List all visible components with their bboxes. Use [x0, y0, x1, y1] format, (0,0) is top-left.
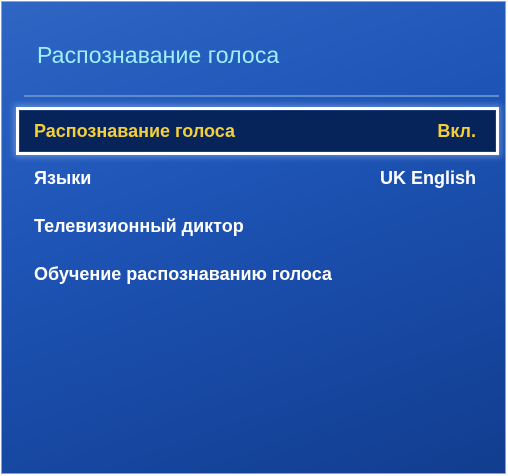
- menu-item-label: Распознавание голоса: [34, 121, 236, 141]
- menu-item-label: Обучение распознаванию голоса: [34, 264, 332, 284]
- menu-item-voice-recognition[interactable]: Распознавание голоса Вкл.: [16, 107, 499, 155]
- menu-item-languages[interactable]: Языки UK English: [16, 155, 499, 203]
- menu-list: Распознавание голоса Вкл. Языки UK Engli…: [16, 107, 499, 299]
- menu-item-voice-training[interactable]: Обучение распознаванию голоса: [16, 251, 499, 299]
- menu-item-value: UK English: [379, 168, 476, 188]
- menu-item-tv-announcer[interactable]: Телевизионный диктор: [16, 203, 499, 251]
- voice-recognition-menu: Распознавание голоса Распознавание голос…: [1, 1, 506, 474]
- menu-item-value: Вкл.: [437, 121, 476, 141]
- menu-title: Распознавание голоса: [37, 42, 280, 68]
- menu-item-label: Телевизионный диктор: [34, 216, 244, 236]
- title-divider: [24, 95, 499, 97]
- menu-item-label: Языки: [34, 168, 92, 188]
